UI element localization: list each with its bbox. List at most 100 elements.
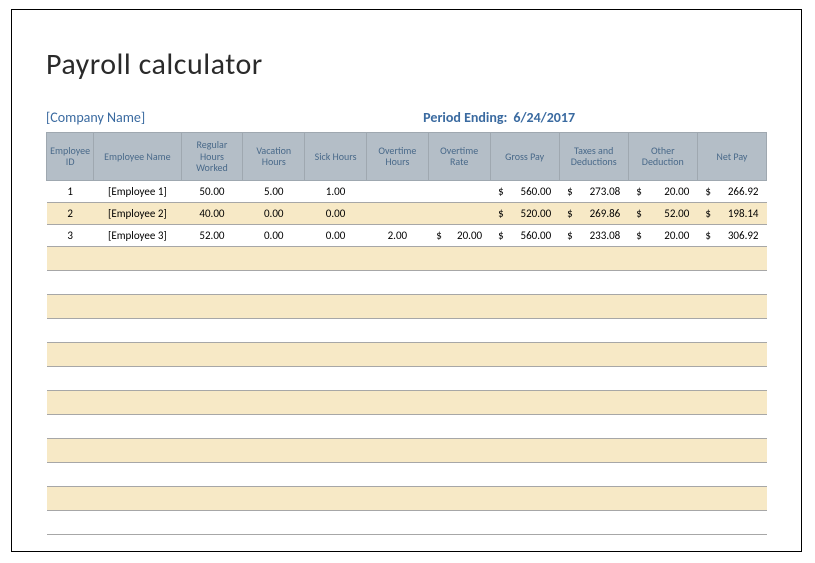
cell-empty xyxy=(47,270,94,294)
cell-empty xyxy=(559,366,628,390)
cell-empty xyxy=(490,270,559,294)
cell-empty xyxy=(428,366,490,390)
cell-empty xyxy=(181,510,243,534)
cell-empty xyxy=(94,366,181,390)
cell-empty xyxy=(181,438,243,462)
cell-empty xyxy=(47,318,94,342)
cell-empty xyxy=(305,342,367,366)
cell-empty xyxy=(490,390,559,414)
cell-empty xyxy=(181,462,243,486)
cell-empty xyxy=(366,270,428,294)
cell-empty xyxy=(428,246,490,270)
table-row-empty xyxy=(47,318,767,342)
cell-empty xyxy=(305,246,367,270)
cell-empty xyxy=(559,486,628,510)
table-row-empty xyxy=(47,246,767,270)
cell-other-deduction: $20.00 xyxy=(628,224,697,246)
cell-net-pay: $306.92 xyxy=(697,224,766,246)
cell-gross-pay: $560.00 xyxy=(490,224,559,246)
period-label: Period Ending: xyxy=(423,109,507,126)
company-name: [Company Name] xyxy=(46,109,145,126)
period-ending: Period Ending: 6/24/2017 xyxy=(423,109,575,126)
cell-empty xyxy=(243,486,305,510)
cell-empty xyxy=(559,294,628,318)
cell-empty xyxy=(490,414,559,438)
cell-employee-id: 1 xyxy=(47,180,94,202)
cell-empty xyxy=(428,294,490,318)
cell-empty xyxy=(559,390,628,414)
cell-empty xyxy=(47,390,94,414)
cell-employee-id: 3 xyxy=(47,224,94,246)
cell-overtime-hours xyxy=(366,202,428,224)
cell-empty xyxy=(243,510,305,534)
table-body: 1[Employee 1]50.005.001.00$560.00$273.08… xyxy=(47,180,767,534)
cell-empty xyxy=(94,318,181,342)
cell-empty xyxy=(305,390,367,414)
cell-empty xyxy=(428,510,490,534)
cell-empty xyxy=(366,390,428,414)
cell-empty xyxy=(428,270,490,294)
cell-empty xyxy=(628,318,697,342)
col-sick-hours: Sick Hours xyxy=(305,133,367,181)
cell-empty xyxy=(47,438,94,462)
cell-empty xyxy=(181,390,243,414)
cell-overtime-hours: 2.00 xyxy=(366,224,428,246)
table-row-empty xyxy=(47,462,767,486)
cell-empty xyxy=(559,414,628,438)
cell-empty xyxy=(94,246,181,270)
col-vacation-hours: Vacation Hours xyxy=(243,133,305,181)
table-row-empty xyxy=(47,294,767,318)
cell-empty xyxy=(366,462,428,486)
cell-empty xyxy=(559,462,628,486)
cell-empty xyxy=(697,246,766,270)
table-row-empty xyxy=(47,486,767,510)
table-row: 2[Employee 2]40.000.000.00$520.00$269.86… xyxy=(47,202,767,224)
table-row-empty xyxy=(47,438,767,462)
cell-empty xyxy=(243,270,305,294)
cell-empty xyxy=(490,486,559,510)
cell-empty xyxy=(697,462,766,486)
cell-empty xyxy=(181,270,243,294)
cell-empty xyxy=(94,294,181,318)
page-title: Payroll calculator xyxy=(46,46,767,83)
table-row-empty xyxy=(47,414,767,438)
cell-empty xyxy=(94,414,181,438)
table-row-empty xyxy=(47,510,767,534)
cell-sick-hours: 1.00 xyxy=(305,180,367,202)
cell-gross-pay: $560.00 xyxy=(490,180,559,202)
cell-empty xyxy=(697,486,766,510)
cell-empty xyxy=(47,366,94,390)
cell-empty xyxy=(243,318,305,342)
cell-empty xyxy=(305,438,367,462)
cell-empty xyxy=(305,462,367,486)
cell-empty xyxy=(628,294,697,318)
table-row-empty xyxy=(47,342,767,366)
cell-empty xyxy=(243,414,305,438)
cell-empty xyxy=(94,486,181,510)
cell-sick-hours: 0.00 xyxy=(305,202,367,224)
cell-empty xyxy=(47,246,94,270)
cell-overtime-rate: $20.00 xyxy=(428,224,490,246)
cell-overtime-rate xyxy=(428,180,490,202)
cell-taxes: $273.08 xyxy=(559,180,628,202)
cell-empty xyxy=(243,390,305,414)
col-other-deduction: Other Deduction xyxy=(628,133,697,181)
table-header: Employee ID Employee Name Regular Hours … xyxy=(47,133,767,181)
cell-empty xyxy=(366,414,428,438)
cell-empty xyxy=(243,342,305,366)
cell-empty xyxy=(243,366,305,390)
cell-empty xyxy=(47,294,94,318)
col-overtime-rate: Overtime Rate xyxy=(428,133,490,181)
cell-empty xyxy=(366,486,428,510)
cell-empty xyxy=(181,414,243,438)
cell-employee-id: 2 xyxy=(47,202,94,224)
cell-empty xyxy=(628,438,697,462)
cell-empty xyxy=(428,390,490,414)
cell-empty xyxy=(94,438,181,462)
cell-empty xyxy=(94,342,181,366)
cell-empty xyxy=(697,318,766,342)
cell-empty xyxy=(697,414,766,438)
cell-empty xyxy=(305,414,367,438)
cell-empty xyxy=(628,510,697,534)
cell-empty xyxy=(628,246,697,270)
